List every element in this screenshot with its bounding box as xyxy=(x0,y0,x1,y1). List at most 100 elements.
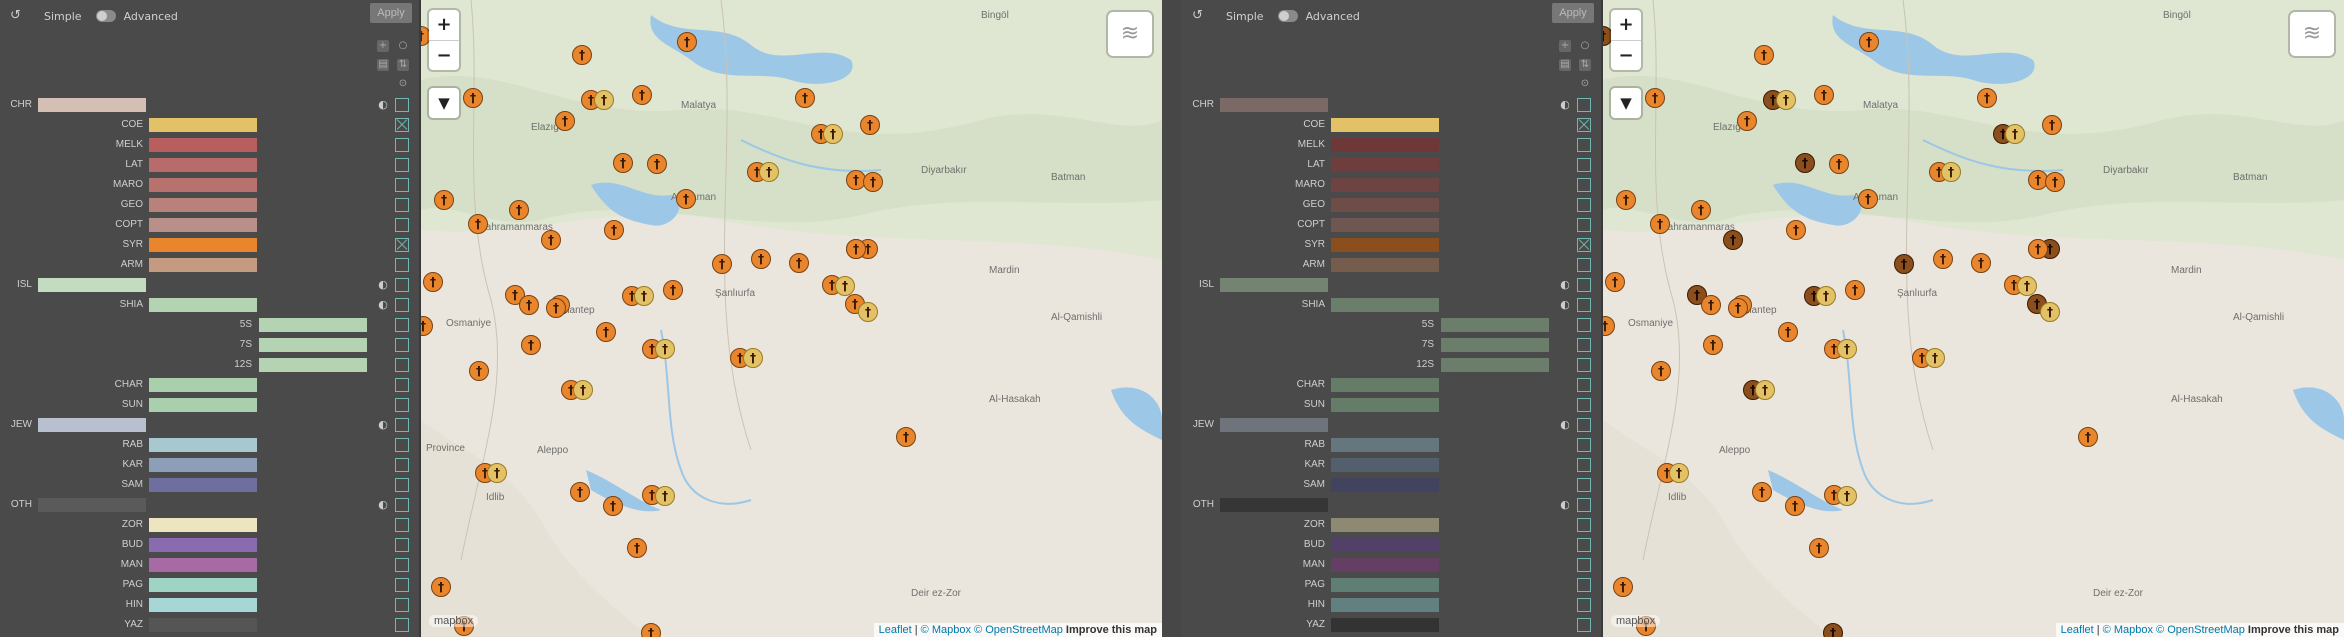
osm-link[interactable]: © OpenStreetMap xyxy=(974,624,1063,636)
legend-checkbox[interactable] xyxy=(1577,598,1591,612)
legend-checkbox[interactable] xyxy=(1577,298,1591,312)
church-marker[interactable]: † xyxy=(541,230,561,250)
church-marker[interactable]: † xyxy=(604,220,624,240)
church-marker[interactable]: † xyxy=(2042,115,2062,135)
reset-icon[interactable]: ↺ xyxy=(10,9,24,23)
legend-checkbox[interactable] xyxy=(1577,278,1591,292)
legend-checkbox[interactable] xyxy=(395,518,409,532)
church-marker[interactable]: † xyxy=(1816,286,1836,306)
church-marker[interactable]: † xyxy=(521,335,541,355)
legend-checkbox[interactable] xyxy=(395,478,409,492)
map-view[interactable]: BingölElazığMalatyaDiyarbakırBatmanAdıya… xyxy=(1603,0,2344,637)
contrast-icon[interactable]: ◐ xyxy=(377,419,389,431)
church-marker[interactable]: † xyxy=(860,115,880,135)
legend-checkbox[interactable] xyxy=(395,238,409,252)
church-marker[interactable]: † xyxy=(1858,189,1878,209)
church-marker[interactable]: † xyxy=(1933,249,1953,269)
church-marker[interactable]: † xyxy=(627,538,647,558)
church-marker[interactable]: † xyxy=(1925,348,1945,368)
legend-checkbox[interactable] xyxy=(1577,538,1591,552)
church-marker[interactable]: † xyxy=(634,286,654,306)
church-marker[interactable]: † xyxy=(863,172,883,192)
map-view[interactable]: BingölElazığMalatyaDiyarbakırBatmanAdıya… xyxy=(421,0,1162,637)
church-marker[interactable]: † xyxy=(1703,335,1723,355)
add-icon[interactable]: + xyxy=(1559,40,1571,52)
zoom-out-button[interactable]: − xyxy=(1611,41,1641,71)
church-marker[interactable]: † xyxy=(2040,302,2060,322)
church-marker[interactable]: † xyxy=(1754,45,1774,65)
church-marker[interactable]: † xyxy=(1723,230,1743,250)
layers-icon[interactable]: ≋ xyxy=(1108,12,1152,56)
legend-checkbox[interactable] xyxy=(1577,158,1591,172)
mode-toggle[interactable] xyxy=(95,10,116,22)
church-marker[interactable]: † xyxy=(676,189,696,209)
church-marker[interactable]: † xyxy=(647,154,667,174)
grid-icon[interactable]: ▤ xyxy=(377,59,389,71)
church-marker[interactable]: † xyxy=(759,162,779,182)
legend-checkbox[interactable] xyxy=(395,558,409,572)
add-icon[interactable]: + xyxy=(377,40,389,52)
contrast-icon[interactable]: ◐ xyxy=(1559,279,1571,291)
church-marker[interactable]: † xyxy=(1778,322,1798,342)
church-marker[interactable]: † xyxy=(641,623,661,637)
zoom-out-button[interactable]: − xyxy=(429,41,459,71)
church-marker[interactable]: † xyxy=(1728,298,1748,318)
church-marker[interactable]: † xyxy=(1650,214,1670,234)
legend-checkbox[interactable] xyxy=(395,498,409,512)
church-marker[interactable]: † xyxy=(546,298,566,318)
church-marker[interactable]: † xyxy=(823,124,843,144)
legend-checkbox[interactable] xyxy=(1577,358,1591,372)
church-marker[interactable]: † xyxy=(509,200,529,220)
circle-icon[interactable]: ○ xyxy=(397,40,409,52)
legend-checkbox[interactable] xyxy=(395,278,409,292)
church-marker[interactable]: † xyxy=(1613,577,1633,597)
legend-checkbox[interactable] xyxy=(1577,318,1591,332)
zoom-in-button[interactable]: + xyxy=(1611,10,1641,41)
church-marker[interactable]: † xyxy=(594,90,614,110)
church-marker[interactable]: † xyxy=(1645,88,1665,108)
legend-checkbox[interactable] xyxy=(395,338,409,352)
church-marker[interactable]: † xyxy=(1814,85,1834,105)
legend-checkbox[interactable] xyxy=(1577,118,1591,132)
church-marker[interactable]: † xyxy=(677,32,697,52)
church-marker[interactable]: † xyxy=(2005,124,2025,144)
church-marker[interactable]: † xyxy=(1786,220,1806,240)
legend-checkbox[interactable] xyxy=(1577,338,1591,352)
church-marker[interactable]: † xyxy=(751,249,771,269)
legend-checkbox[interactable] xyxy=(395,398,409,412)
mapbox-logo[interactable]: mapbox xyxy=(1611,615,1661,627)
circle-icon[interactable]: ○ xyxy=(1579,40,1591,52)
church-marker[interactable]: † xyxy=(1776,90,1796,110)
church-marker[interactable]: † xyxy=(1809,538,1829,558)
grid-icon[interactable]: ▤ xyxy=(1559,59,1571,71)
church-marker[interactable]: † xyxy=(1971,253,1991,273)
legend-checkbox[interactable] xyxy=(1577,478,1591,492)
church-marker[interactable]: † xyxy=(1616,190,1636,210)
church-marker[interactable]: † xyxy=(1737,111,1757,131)
legend-checkbox[interactable] xyxy=(395,138,409,152)
church-marker[interactable]: † xyxy=(555,111,575,131)
legend-checkbox[interactable] xyxy=(1577,518,1591,532)
legend-checkbox[interactable] xyxy=(395,178,409,192)
contrast-icon[interactable]: ◐ xyxy=(377,299,389,311)
church-marker[interactable]: † xyxy=(463,88,483,108)
mapbox-link[interactable]: © Mapbox xyxy=(2103,624,2153,636)
church-marker[interactable]: † xyxy=(835,276,855,296)
legend-checkbox[interactable] xyxy=(395,458,409,472)
church-marker[interactable]: † xyxy=(743,348,763,368)
legend-checkbox[interactable] xyxy=(1577,498,1591,512)
church-marker[interactable]: † xyxy=(795,88,815,108)
legend-checkbox[interactable] xyxy=(1577,178,1591,192)
church-marker[interactable]: † xyxy=(573,380,593,400)
legend-checkbox[interactable] xyxy=(395,318,409,332)
legend-checkbox[interactable] xyxy=(1577,258,1591,272)
church-marker[interactable]: † xyxy=(468,214,488,234)
church-marker[interactable]: † xyxy=(789,253,809,273)
contrast-icon[interactable]: ◐ xyxy=(377,99,389,111)
legend-checkbox[interactable] xyxy=(1577,218,1591,232)
church-marker[interactable]: † xyxy=(1605,272,1625,292)
church-marker[interactable]: † xyxy=(1795,153,1815,173)
church-marker[interactable]: † xyxy=(2017,276,2037,296)
church-marker[interactable]: † xyxy=(1829,154,1849,174)
mode-toggle[interactable] xyxy=(1277,10,1298,22)
